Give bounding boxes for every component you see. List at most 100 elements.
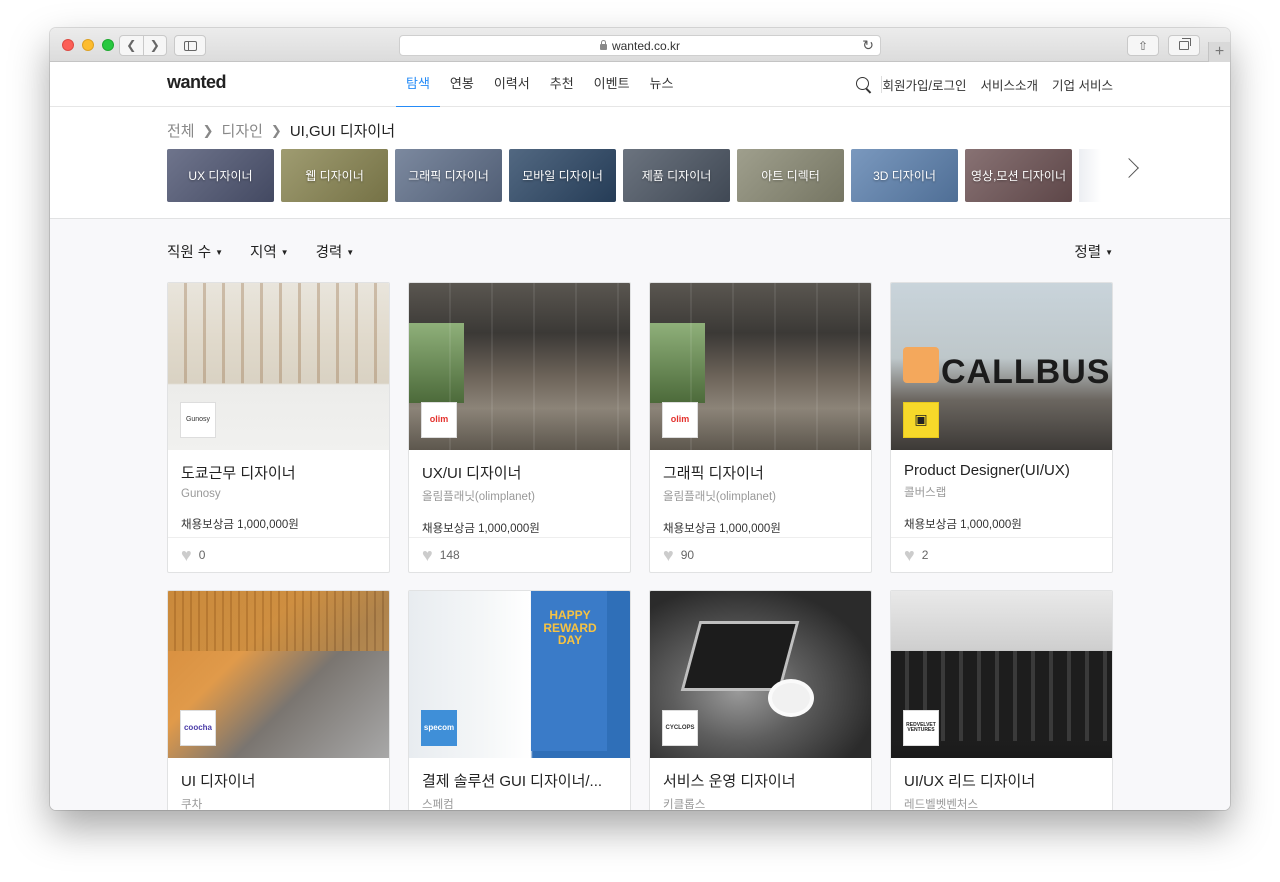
company-name: 키클롭스 (663, 799, 706, 810)
nav-explore[interactable]: 탐색 (396, 62, 440, 108)
category-tile-label: 제품 디자이너 (641, 169, 712, 183)
address-bar[interactable]: wanted.co.kr ↻ (399, 35, 881, 56)
breadcrumb-current: UI,GUI 디자이너 (289, 123, 396, 140)
sidebar-toggle-button[interactable] (174, 35, 206, 56)
category-tile-label: 그래픽 디자이너 (408, 169, 489, 183)
window-controls (62, 39, 114, 51)
nav-events[interactable]: 이벤트 (584, 62, 640, 107)
referral-reward: 채용보상금 1,000,000원 (663, 523, 781, 535)
category-tile[interactable]: 모바일 디자이너 (509, 149, 616, 202)
heart-icon[interactable]: ♥ (422, 546, 433, 564)
nav-recommend[interactable]: 추천 (540, 62, 584, 107)
maximize-window-button[interactable] (102, 39, 114, 51)
category-tile[interactable]: 3D 디자이너 (851, 149, 958, 202)
job-title: UI/UX 리드 디자이너 (904, 773, 1036, 790)
company-photo: HAPPY REWARD DAY specom (409, 591, 630, 758)
share-button[interactable]: ⇧ (1127, 35, 1159, 56)
breadcrumb-all[interactable]: 전체 (167, 120, 195, 141)
filter-region[interactable]: 지역 ▼ (250, 241, 289, 262)
card-footer: ♥ 90 (650, 537, 871, 572)
filter-label: 지역 (249, 245, 277, 261)
category-tile-label: 모바일 디자이너 (522, 169, 603, 183)
caret-down-icon: ▼ (346, 248, 355, 257)
category-tile[interactable]: UX 디자이너 (167, 149, 274, 202)
chevron-right-icon: ❯ (202, 122, 214, 138)
company-logo: olim (421, 402, 457, 438)
card-footer: ♥ 0 (168, 537, 389, 572)
company-name: 스페컴 (422, 799, 454, 810)
job-card[interactable]: Gunosy 도쿄근무 디자이너 Gunosy 채용보상금 1,000,000원… (167, 282, 390, 573)
company-logo-text: olim (670, 414, 690, 425)
referral-reward: 채용보상금 1,000,000원 (904, 519, 1022, 531)
bus-icon: ▣ (914, 411, 928, 428)
company-photo: CYCLOPS (650, 591, 871, 758)
coffee-cup-photo (768, 679, 814, 717)
job-title: Product Designer(UI/UX) (904, 462, 1070, 479)
job-card[interactable]: olim 그래픽 디자이너 올림플래닛(olimplanet) 채용보상금 1,… (649, 282, 872, 573)
card-footer: ♥ 2 (891, 537, 1112, 572)
sort-dropdown[interactable]: 정렬 ▼ (1074, 241, 1113, 262)
category-tile-label: UX 디자이너 (188, 169, 253, 183)
filter-label: 경력 (315, 245, 343, 261)
browser-window: ❮ ❯ wanted.co.kr ↻ ⇧ + wanted 탐색 연봉 이력서 … (50, 28, 1230, 810)
category-tile[interactable]: 제품 디자이너 (623, 149, 730, 202)
company-name: 콜버스랩 (904, 487, 947, 499)
nav-resume[interactable]: 이력서 (484, 62, 540, 107)
reward-day-banner-text: HAPPY REWARD DAY (543, 608, 597, 648)
nav-salary[interactable]: 연봉 (440, 62, 484, 107)
category-tile[interactable]: 영상,모션 디자이너 (965, 149, 1072, 202)
like-count: 0 (198, 548, 206, 562)
job-card[interactable]: CYCLOPS 서비스 운영 디자이너 키클롭스 (649, 590, 872, 810)
service-intro-link[interactable]: 서비스소개 (981, 75, 1039, 94)
job-title: 서비스 운영 디자이너 (663, 773, 796, 790)
company-photo: olim (409, 283, 630, 450)
company-name: Gunosy (181, 488, 221, 500)
chevron-right-icon[interactable] (1119, 158, 1139, 178)
filter-employees[interactable]: 직원 수 ▼ (167, 241, 223, 262)
heart-icon[interactable]: ♥ (663, 546, 674, 564)
category-tile[interactable]: 웹 디자이너 (281, 149, 388, 202)
caret-down-icon: ▼ (215, 248, 223, 257)
new-tab-button[interactable]: + (1208, 42, 1230, 62)
company-logo: ▣ (903, 402, 939, 438)
show-tabs-button[interactable] (1168, 35, 1200, 56)
back-icon[interactable]: ❮ (120, 36, 144, 55)
job-card[interactable]: HAPPY REWARD DAY specom 결제 솔루션 GUI 디자이너/… (408, 590, 631, 810)
company-photo: olim (650, 283, 871, 450)
business-service-link[interactable]: 기업 서비스 (1052, 75, 1113, 94)
job-card[interactable]: CALLBUS ▣ Product Designer(UI/UX) 콜버스랩 채… (890, 282, 1113, 573)
search-icon[interactable] (856, 77, 869, 90)
signup-login-link[interactable]: 회원가입/로그인 (883, 75, 967, 94)
job-card[interactable]: REDVELVET VENTURES UI/UX 리드 디자이너 레드벨벳벤처스 (890, 590, 1113, 810)
nav-news[interactable]: 뉴스 (640, 62, 684, 107)
category-tile-label: 아트 디렉터 (761, 169, 820, 183)
job-card[interactable]: coocha UI 디자이너 쿠차 (167, 590, 390, 810)
url-text: wanted.co.kr (611, 38, 681, 53)
reload-icon[interactable]: ↻ (862, 37, 874, 54)
history-nav: ❮ ❯ (119, 35, 167, 56)
category-tile[interactable]: 아트 디렉터 (737, 149, 844, 202)
share-icon: ⇧ (1137, 38, 1149, 53)
job-card[interactable]: olim UX/UI 디자이너 올림플래닛(olimplanet) 채용보상금 … (408, 282, 631, 573)
site-header: wanted 탐색 연봉 이력서 추천 이벤트 뉴스 회원가입/로그인 서비스소… (50, 62, 1230, 108)
category-tile-label: 영상,모션 디자이너 (971, 169, 1066, 183)
wanted-logo[interactable]: wanted (167, 72, 227, 93)
company-photo: Gunosy (168, 283, 389, 450)
forward-icon[interactable]: ❯ (144, 36, 167, 55)
job-list-section: 직원 수 ▼ 지역 ▼ 경력 ▼ 정렬 ▼ Gunosy 도쿄근무 디자이너 Gunos… (50, 219, 1230, 810)
category-tile-label: 3D 디자이너 (873, 169, 936, 183)
company-logo-text: CYCLOPS (665, 724, 695, 731)
category-tile[interactable]: 그래픽 디자이너 (395, 149, 502, 202)
filter-experience[interactable]: 경력 ▼ (316, 241, 355, 262)
breadcrumb-design[interactable]: 디자인 (222, 120, 263, 141)
job-card-grid: Gunosy 도쿄근무 디자이너 Gunosy 채용보상금 1,000,000원… (167, 282, 1113, 810)
close-window-button[interactable] (62, 39, 74, 51)
callbus-mark-icon (903, 347, 939, 383)
minimize-window-button[interactable] (82, 39, 94, 51)
referral-reward: 채용보상금 1,000,000원 (422, 523, 540, 535)
lock-icon (599, 39, 607, 50)
heart-icon[interactable]: ♥ (904, 546, 915, 564)
caret-down-icon: ▼ (1105, 248, 1113, 257)
card-footer: ♥ 148 (409, 537, 630, 572)
heart-icon[interactable]: ♥ (181, 546, 192, 564)
